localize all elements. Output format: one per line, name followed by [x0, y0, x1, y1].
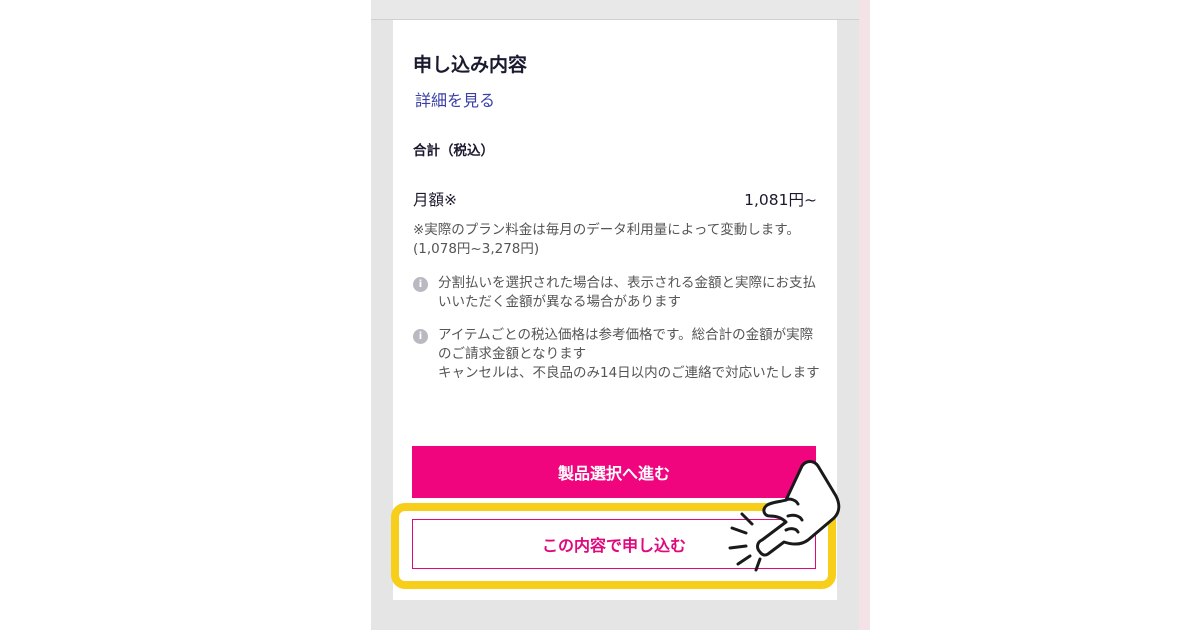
info-icon: i	[413, 277, 428, 292]
header-bar	[371, 0, 859, 20]
info-text: アイテムごとの税込価格は参考価格です。総合計の金額が実際のご請求金額となります	[438, 327, 814, 362]
side-strip	[859, 0, 870, 630]
view-details-link[interactable]: 詳細を見る	[415, 87, 495, 111]
order-summary-card: 申し込み内容 詳細を見る 合計（税込） 月額※ 1,081円~ ※実際のプラン料…	[393, 20, 837, 600]
info-text: キャンセルは、不良品のみ14日以内のご連絡で対応いたします	[438, 365, 820, 381]
monthly-label: 月額※	[413, 191, 457, 209]
info-item-installment: i 分割払いを選択された場合は、表示される金額と実際にお支払いいただく金額が異な…	[413, 274, 825, 312]
info-text: 分割払いを選択された場合は、表示される金額と実際にお支払いいただく金額が異なる場…	[438, 275, 816, 310]
monthly-value: 1,081円~	[744, 191, 817, 209]
price-note: ※実際のプラン料金は毎月のデータ利用量によって変動します。(1,078円~3,2…	[413, 222, 800, 257]
proceed-to-product-selection-button[interactable]: 製品選択へ進む	[412, 446, 816, 498]
info-item-pricing: i アイテムごとの税込価格は参考価格です。総合計の金額が実際のご請求金額となりま…	[413, 326, 825, 383]
card-title: 申し込み内容	[413, 54, 528, 76]
apply-with-these-contents-button[interactable]: この内容で申し込む	[412, 519, 816, 569]
info-icon: i	[413, 329, 428, 344]
total-label: 合計（税込）	[413, 143, 494, 159]
